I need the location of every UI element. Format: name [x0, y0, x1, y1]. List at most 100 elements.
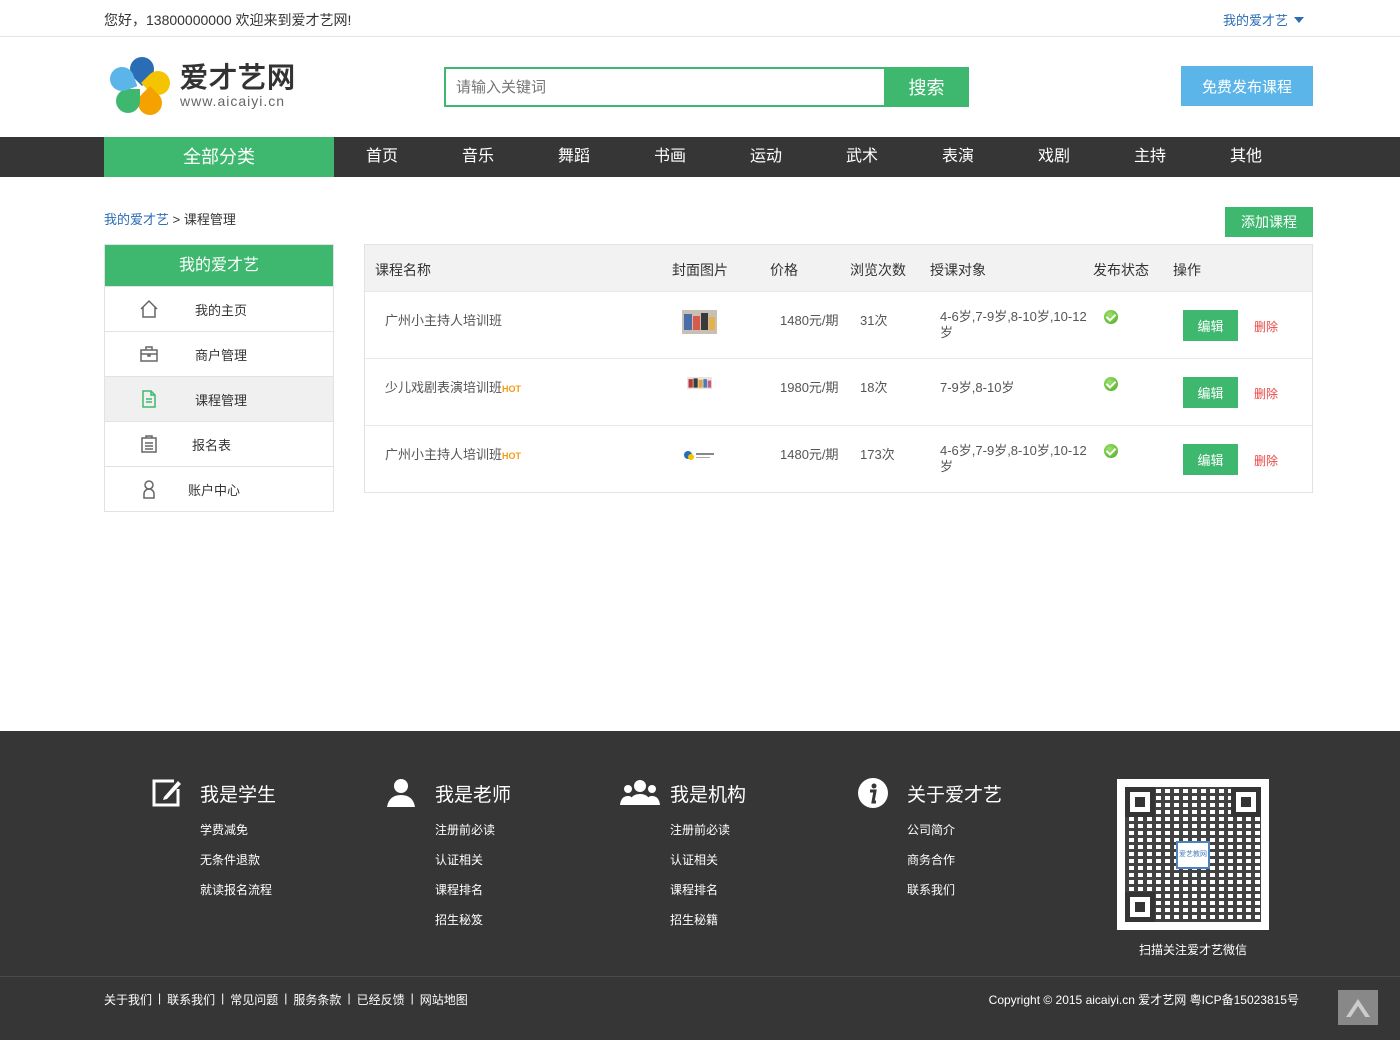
- group-icon: [620, 780, 660, 805]
- col-header-price: 价格: [770, 262, 798, 278]
- my-account-menu[interactable]: 我的爱才艺: [1223, 10, 1304, 29]
- sidebar-item-label: 报名表: [192, 437, 232, 453]
- footer-link[interactable]: 学费减免: [200, 815, 276, 845]
- footer-bottom-link[interactable]: 常见问题: [230, 991, 278, 1008]
- sidebar-item-courses[interactable]: 课程管理: [105, 376, 333, 421]
- logo[interactable]: 爱才艺网 www.aicaiyi.cn: [106, 52, 296, 120]
- footer-bottom-link[interactable]: 联系我们: [167, 991, 215, 1008]
- nav-item-drama[interactable]: 戏剧: [1006, 137, 1102, 177]
- main-nav: 全部分类 首页 音乐 舞蹈 书画 运动 武术 表演 戏剧 主持 其他: [0, 137, 1400, 177]
- col-header-actions: 操作: [1173, 262, 1201, 278]
- header: 爱才艺网 www.aicaiyi.cn 搜索 免费发布课程: [0, 37, 1400, 137]
- table-row: 少儿戏剧表演培训班HOT 1980元/期 18次 7-9岁,8-10岁 编辑 删…: [365, 358, 1312, 425]
- course-name[interactable]: 少儿戏剧表演培训班HOT: [385, 377, 521, 396]
- sidebar-item-merchant[interactable]: 商户管理: [105, 331, 333, 376]
- sidebar-item-home[interactable]: 我的主页: [105, 286, 333, 331]
- col-header-target: 授课对象: [930, 262, 986, 278]
- briefcase-icon: [140, 346, 158, 362]
- footer-link[interactable]: 课程排名: [670, 875, 746, 905]
- add-course-button[interactable]: 添加课程: [1225, 207, 1313, 237]
- back-to-top-icon[interactable]: [1338, 990, 1378, 1025]
- cover-image[interactable]: [682, 310, 717, 334]
- delete-link[interactable]: 删除: [1254, 452, 1278, 469]
- footer-bottom-link[interactable]: 关于我们: [104, 991, 152, 1008]
- footer-col-teacher: 我是老师 注册前必读 认证相关 课程排名 招生秘笈: [385, 777, 511, 935]
- publish-course-button[interactable]: 免费发布课程: [1181, 66, 1313, 106]
- person-icon: [387, 779, 415, 807]
- footer-link[interactable]: 招生秘笈: [435, 905, 511, 935]
- course-name[interactable]: 广州小主持人培训班HOT: [385, 444, 521, 463]
- nav-item-painting[interactable]: 书画: [622, 137, 718, 177]
- course-target: 4-6岁,7-9岁,8-10岁,10-12 岁: [940, 443, 1087, 474]
- footer-bottom-link[interactable]: 已经反馈: [357, 991, 405, 1008]
- edit-button[interactable]: 编辑: [1183, 444, 1238, 475]
- footer-link[interactable]: 注册前必读: [435, 815, 511, 845]
- nav-item-performance[interactable]: 表演: [910, 137, 1006, 177]
- course-price: 1480元/期: [780, 447, 839, 462]
- footer-divider: [0, 976, 1400, 977]
- table-row: 广州小主持人培训班HOT 1480元/期 173次 4-6岁,7-9岁,8-10…: [365, 425, 1312, 492]
- footer-bottom-link[interactable]: 网站地图: [420, 991, 468, 1008]
- search-input[interactable]: [444, 67, 884, 107]
- footer-col-title: 我是学生: [200, 784, 277, 806]
- footer-link[interactable]: 课程排名: [435, 875, 511, 905]
- nav-item-martial-arts[interactable]: 武术: [814, 137, 910, 177]
- nav-item-home[interactable]: 首页: [334, 137, 430, 177]
- cover-image[interactable]: [682, 377, 717, 394]
- footer-link[interactable]: 注册前必读: [670, 815, 746, 845]
- footer-col-student: 我是学生 学费减免 无条件退款 就读报名流程: [150, 777, 276, 905]
- col-header-views: 浏览次数: [850, 262, 906, 278]
- breadcrumb-root[interactable]: 我的爱才艺: [104, 212, 169, 227]
- course-views: 173次: [860, 447, 895, 462]
- welcome-text: 您好，13800000000 欢迎来到爱才艺网!: [104, 12, 352, 28]
- footer-link[interactable]: 招生秘籍: [670, 905, 746, 935]
- published-check-icon: [1104, 377, 1118, 391]
- footer-link[interactable]: 认证相关: [670, 845, 746, 875]
- sidebar-item-label: 商户管理: [195, 347, 248, 363]
- table-header: 课程名称 封面图片 价格 浏览次数 授课对象 发布状态 操作: [365, 245, 1312, 291]
- sidebar-item-account[interactable]: 账户中心: [105, 466, 333, 511]
- delete-link[interactable]: 删除: [1254, 385, 1278, 402]
- course-price: 1980元/期: [780, 380, 839, 395]
- nav-item-hosting[interactable]: 主持: [1102, 137, 1198, 177]
- breadcrumb: 我的爱才艺 > 课程管理: [104, 209, 236, 228]
- footer-col-title: 关于爱才艺: [907, 784, 1003, 806]
- footer-bottom-links: 关于我们 | 联系我们 | 常见问题 | 服务条款 | 已经反馈 | 网站地图: [104, 991, 468, 1008]
- cover-image[interactable]: [682, 444, 717, 468]
- col-header-status: 发布状态: [1093, 262, 1149, 278]
- nav-item-music[interactable]: 音乐: [430, 137, 526, 177]
- col-header-cover: 封面图片: [672, 262, 728, 278]
- footer-link[interactable]: 无条件退款: [200, 845, 276, 875]
- table-row: 广州小主持人培训班 1480元/期 31次 4-6岁,7-9岁,8-10岁,10…: [365, 291, 1312, 358]
- footer-link[interactable]: 就读报名流程: [200, 875, 276, 905]
- footer-link[interactable]: 认证相关: [435, 845, 511, 875]
- nav-item-dance[interactable]: 舞蹈: [526, 137, 622, 177]
- edit-button[interactable]: 编辑: [1183, 310, 1238, 341]
- wechat-qr-code: 爱艺教网: [1117, 779, 1269, 930]
- nav-item-sports[interactable]: 运动: [718, 137, 814, 177]
- edit-button[interactable]: 编辑: [1183, 377, 1238, 408]
- breadcrumb-current: 课程管理: [183, 212, 236, 227]
- sidebar-item-label: 账户中心: [188, 482, 241, 498]
- all-categories[interactable]: 全部分类: [104, 137, 334, 177]
- hot-badge: HOT: [502, 384, 522, 394]
- user-icon: [143, 480, 155, 499]
- sidebar-item-signup[interactable]: 报名表: [105, 421, 333, 466]
- qr-caption: 扫描关注爱才艺微信: [1139, 943, 1248, 957]
- course-target: 4-6岁,7-9岁,8-10岁,10-12 岁: [940, 309, 1087, 340]
- footer-col-org: 我是机构 注册前必读 认证相关 课程排名 招生秘籍: [620, 777, 746, 935]
- sidebar: 我的爱才艺 我的主页 商户管理 课程管理 报名表 账户中心: [104, 244, 334, 512]
- footer-link[interactable]: 公司简介: [907, 815, 1002, 845]
- my-account-label: 我的爱才艺: [1222, 13, 1288, 28]
- qr-logo-badge: 爱艺教网: [1176, 840, 1210, 869]
- footer-link[interactable]: 商务合作: [907, 845, 1002, 875]
- search-button[interactable]: 搜索: [884, 67, 969, 107]
- footer-bottom-link[interactable]: 服务条款: [293, 991, 341, 1008]
- logo-flower-icon: [106, 52, 175, 120]
- sidebar-item-label: 我的主页: [195, 302, 248, 318]
- delete-link[interactable]: 删除: [1254, 318, 1278, 335]
- course-name[interactable]: 广州小主持人培训班: [385, 310, 502, 329]
- footer-link[interactable]: 联系我们: [907, 875, 1002, 905]
- course-views: 31次: [860, 313, 888, 328]
- nav-item-other[interactable]: 其他: [1198, 137, 1294, 177]
